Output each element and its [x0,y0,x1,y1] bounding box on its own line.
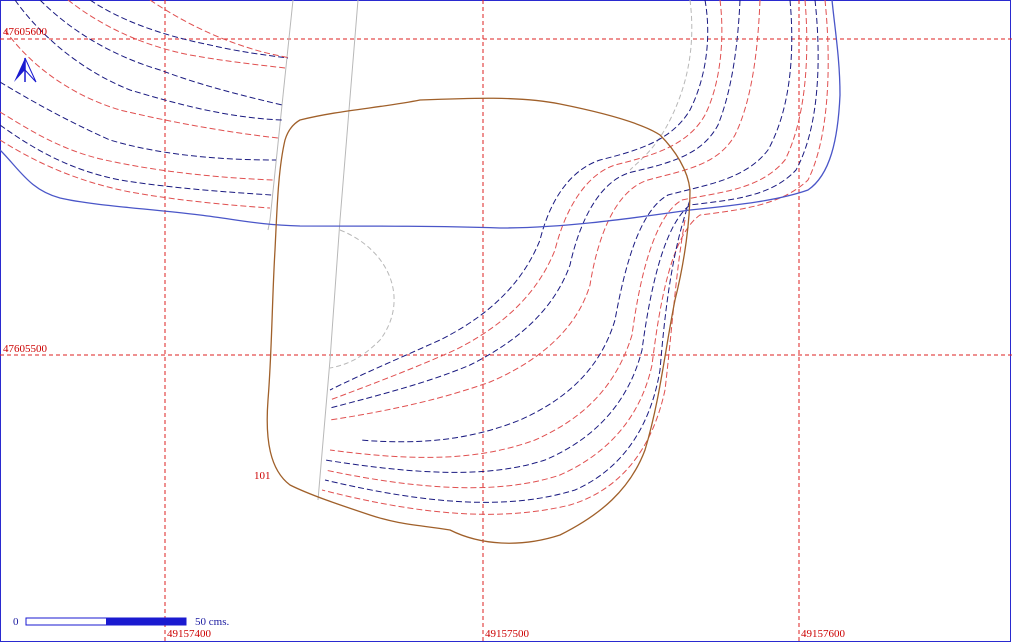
contour-red [149,0,291,59]
map-canvas[interactable]: 101 47605600 47605500 49157400 49157500 … [0,0,1012,642]
scale-bar-end-label: 50 cms. [195,616,229,628]
contour-blue [324,0,819,473]
contours-right [321,0,829,515]
north-arrow-icon [14,57,37,83]
contour-red [0,111,275,181]
contour-blue [14,0,283,121]
grid-label-y: 47605500 [3,343,48,355]
contour-red [329,0,723,401]
path-lines [267,0,693,501]
contour-blue [329,0,741,409]
scale-bar-start-label: 0 [13,616,19,628]
contour-blue [89,0,289,59]
parcel-label: 101 [254,470,271,482]
path-line [329,229,395,369]
contour-red [67,0,286,69]
scale-bar: 0 50 cms. [13,616,229,628]
contour-red [0,139,271,209]
contour-blue [329,0,709,391]
contour-blue [324,199,691,503]
path-line [267,0,294,231]
path-line [629,0,693,171]
path-line [317,0,359,501]
grid-label-x: 49157400 [167,628,212,640]
grid-label-x: 49157600 [801,628,846,640]
contour-red [4,29,279,139]
contour-blue [359,0,793,443]
parcel-boundary[interactable] [266,97,691,544]
grid-label-y: 47605600 [3,26,48,38]
grid-lines [0,0,1012,642]
scale-bar-segment [106,618,186,625]
map-frame [0,0,1011,642]
grid-label-x: 49157500 [485,628,530,640]
contour-red [321,219,686,515]
